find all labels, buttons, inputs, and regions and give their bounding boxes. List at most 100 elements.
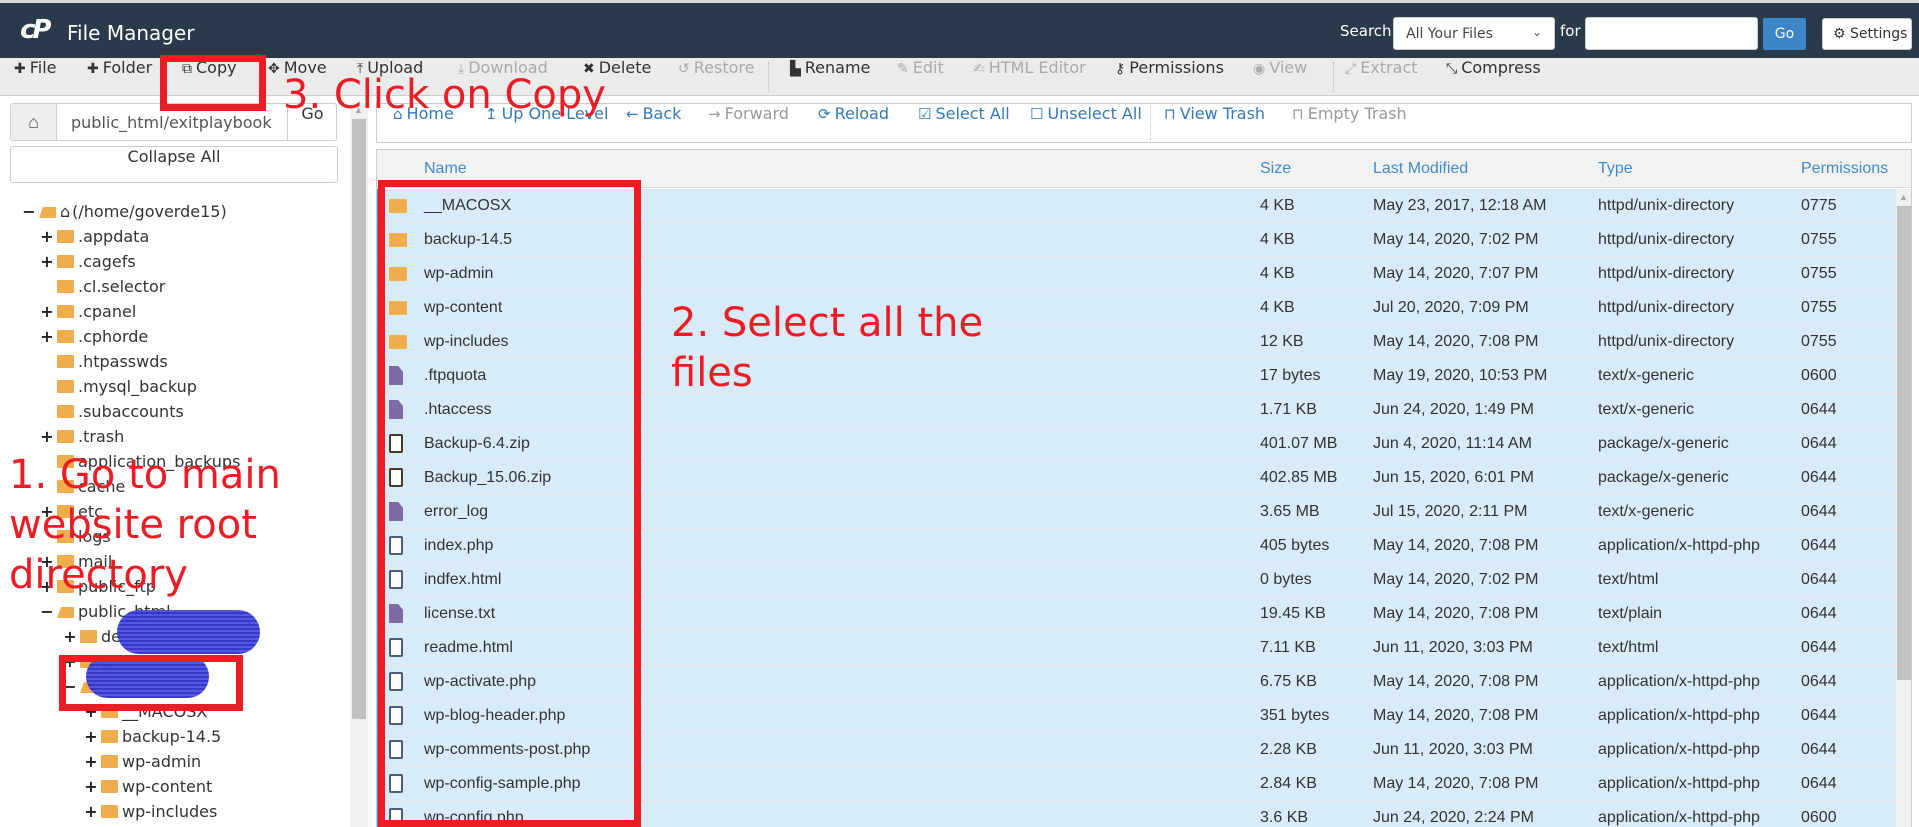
toolbar-rename-button[interactable]: ▙ Rename	[790, 58, 870, 96]
scroll-up-arrow-icon[interactable]: ▲	[1899, 192, 1908, 202]
tree-node[interactable]: + wp-admin	[84, 752, 201, 777]
cell-modified: Jul 20, 2020, 7:09 PM	[1373, 299, 1529, 316]
cell-perms: 0644	[1801, 605, 1837, 622]
nav-back-button[interactable]: ← Back	[626, 104, 681, 142]
tree-node[interactable]: + .cpanel	[40, 302, 136, 327]
cell-type: httpd/unix-directory	[1598, 197, 1735, 214]
cell-size: 4 KB	[1260, 231, 1295, 248]
cell-size: 4 KB	[1260, 265, 1295, 282]
settings-button[interactable]: ⚙ Settings	[1822, 18, 1912, 50]
cell-perms: 0775	[1801, 197, 1837, 214]
settings-label: Settings	[1850, 26, 1908, 42]
cell-size: 19.45 KB	[1260, 605, 1326, 622]
toolbar-label: HTML Editor	[988, 58, 1086, 77]
cell-size: 4 KB	[1260, 299, 1295, 316]
sidebar-scrollbar-thumb[interactable]	[352, 119, 366, 719]
cell-modified: Jun 11, 2020, 3:03 PM	[1373, 741, 1533, 758]
toolbar-extract-button[interactable]: ⤢ Extract	[1345, 58, 1418, 96]
tree-node-label: wp-includes	[122, 802, 218, 821]
column-header-type[interactable]: Type	[1598, 160, 1633, 178]
column-header-size[interactable]: Size	[1260, 160, 1291, 178]
expand-icon[interactable]: +	[84, 727, 98, 746]
plus-icon: ✚	[87, 61, 99, 77]
cell-size: 402.85 MB	[1260, 469, 1338, 486]
sidebar-scrollbar[interactable]: ▲	[350, 103, 368, 827]
toolbar-view-button[interactable]: ◉ View	[1253, 58, 1307, 96]
trash-icon: ⊓	[1292, 105, 1304, 123]
folder-icon	[57, 380, 74, 393]
tree-node[interactable]: .mysql_backup	[40, 377, 197, 402]
cell-modified: Jun 15, 2020, 6:01 PM	[1373, 469, 1534, 486]
toolbar-label: File	[29, 58, 57, 77]
path-input[interactable]: public_html/exitplaybook	[71, 113, 272, 132]
toolbar-compress-button[interactable]: ⤡ Compress	[1446, 58, 1541, 96]
expand-icon[interactable]: +	[84, 752, 98, 771]
nav-label: View Trash	[1179, 104, 1266, 123]
tree-node[interactable]: + backup-14.5	[84, 727, 221, 752]
column-header-last-modified[interactable]: Last Modified	[1373, 160, 1468, 178]
toolbar-folder-button[interactable]: ✚ Folder	[87, 58, 152, 96]
nav-unselect-all-button[interactable]: ☐ Unselect All	[1030, 104, 1142, 142]
expand-icon[interactable]: +	[40, 327, 54, 346]
cell-perms: 0644	[1801, 639, 1837, 656]
toolbar-html-editor-button[interactable]: ✍ HTML Editor	[973, 58, 1086, 96]
nav-reload-button[interactable]: ⟳ Reload	[818, 104, 889, 142]
expand-icon[interactable]: +	[84, 802, 98, 821]
expand-icon[interactable]: +	[40, 427, 54, 446]
expand-icon[interactable]: +	[84, 777, 98, 796]
tree-node[interactable]: + de	[63, 627, 121, 652]
annotation-step-1: 1. Go to main website root directory	[9, 450, 281, 600]
cell-modified: May 14, 2020, 7:02 PM	[1373, 231, 1539, 248]
search-input[interactable]	[1585, 17, 1758, 50]
expand-icon[interactable]: +	[63, 627, 77, 646]
folder-icon	[57, 430, 74, 443]
column-header-name[interactable]: Name	[424, 160, 467, 178]
tree-node[interactable]: + wp-content	[84, 777, 212, 802]
annotation-step-2: 2. Select all the files	[671, 298, 983, 398]
cell-perms: 0644	[1801, 435, 1837, 452]
toolbar-file-button[interactable]: ✚ File	[14, 58, 57, 96]
search-go-button[interactable]: Go	[1763, 18, 1806, 50]
tree-node[interactable]: − ⌂ (/home/goverde15)	[22, 202, 226, 227]
cell-type: httpd/unix-directory	[1598, 299, 1735, 316]
cell-modified: Jun 24, 2020, 2:24 PM	[1373, 809, 1534, 826]
nav-forward-button[interactable]: → Forward	[708, 104, 789, 142]
tree-node[interactable]: + wp-includes	[84, 802, 217, 827]
nav-select-all-button[interactable]: ☑ Select All	[918, 104, 1010, 142]
toolbar-restore-button[interactable]: ↺ Restore	[678, 58, 754, 96]
compress-icon: ⤡	[1446, 61, 1458, 77]
collapse-icon[interactable]: −	[40, 602, 54, 621]
cpanel-logo[interactable]: cP	[20, 17, 58, 43]
redaction-blob	[117, 610, 260, 654]
nav-label: Select All	[935, 104, 1010, 123]
folder-icon	[57, 330, 74, 343]
tree-node-label: wp-content	[122, 777, 213, 796]
nav-empty-trash-button[interactable]: ⊓ Empty Trash	[1292, 104, 1407, 142]
home-icon[interactable]: ⌂	[11, 104, 57, 140]
listing-scrollbar[interactable]: ▲	[1896, 189, 1911, 827]
search-scope-select[interactable]: All Your Files ⌄	[1393, 17, 1555, 50]
tree-node[interactable]: + .trash	[40, 427, 124, 452]
toolbar-permissions-button[interactable]: ⚷ Permissions	[1115, 58, 1224, 96]
tree-node[interactable]: + .appdata	[40, 227, 149, 252]
tree-node[interactable]: + .cagefs	[40, 252, 135, 277]
tree-node[interactable]: .cl.selector	[40, 277, 165, 302]
nav-label: Back	[642, 104, 682, 123]
listing-scrollbar-thumb[interactable]	[1897, 206, 1911, 680]
collapse-all-button[interactable]: Collapse All	[10, 146, 338, 183]
collapse-icon[interactable]: −	[22, 202, 36, 221]
for-label: for	[1560, 22, 1581, 40]
cell-size: 1.71 KB	[1260, 401, 1317, 418]
nav-view-trash-button[interactable]: ⊓ View Trash	[1164, 104, 1265, 142]
expand-icon[interactable]: +	[40, 227, 54, 246]
folder-icon	[101, 780, 118, 793]
tree-node[interactable]: .subaccounts	[40, 402, 184, 427]
tree-node[interactable]: + .cphorde	[40, 327, 148, 352]
column-header-permissions[interactable]: Permissions	[1801, 160, 1888, 178]
tree-node[interactable]: .htpasswds	[40, 352, 168, 377]
toolbar-edit-button[interactable]: ✎ Edit	[897, 58, 944, 96]
expand-icon[interactable]: +	[40, 252, 54, 271]
folder-open-icon	[39, 207, 56, 218]
cell-type: text/plain	[1598, 605, 1663, 622]
expand-icon[interactable]: +	[40, 302, 54, 321]
